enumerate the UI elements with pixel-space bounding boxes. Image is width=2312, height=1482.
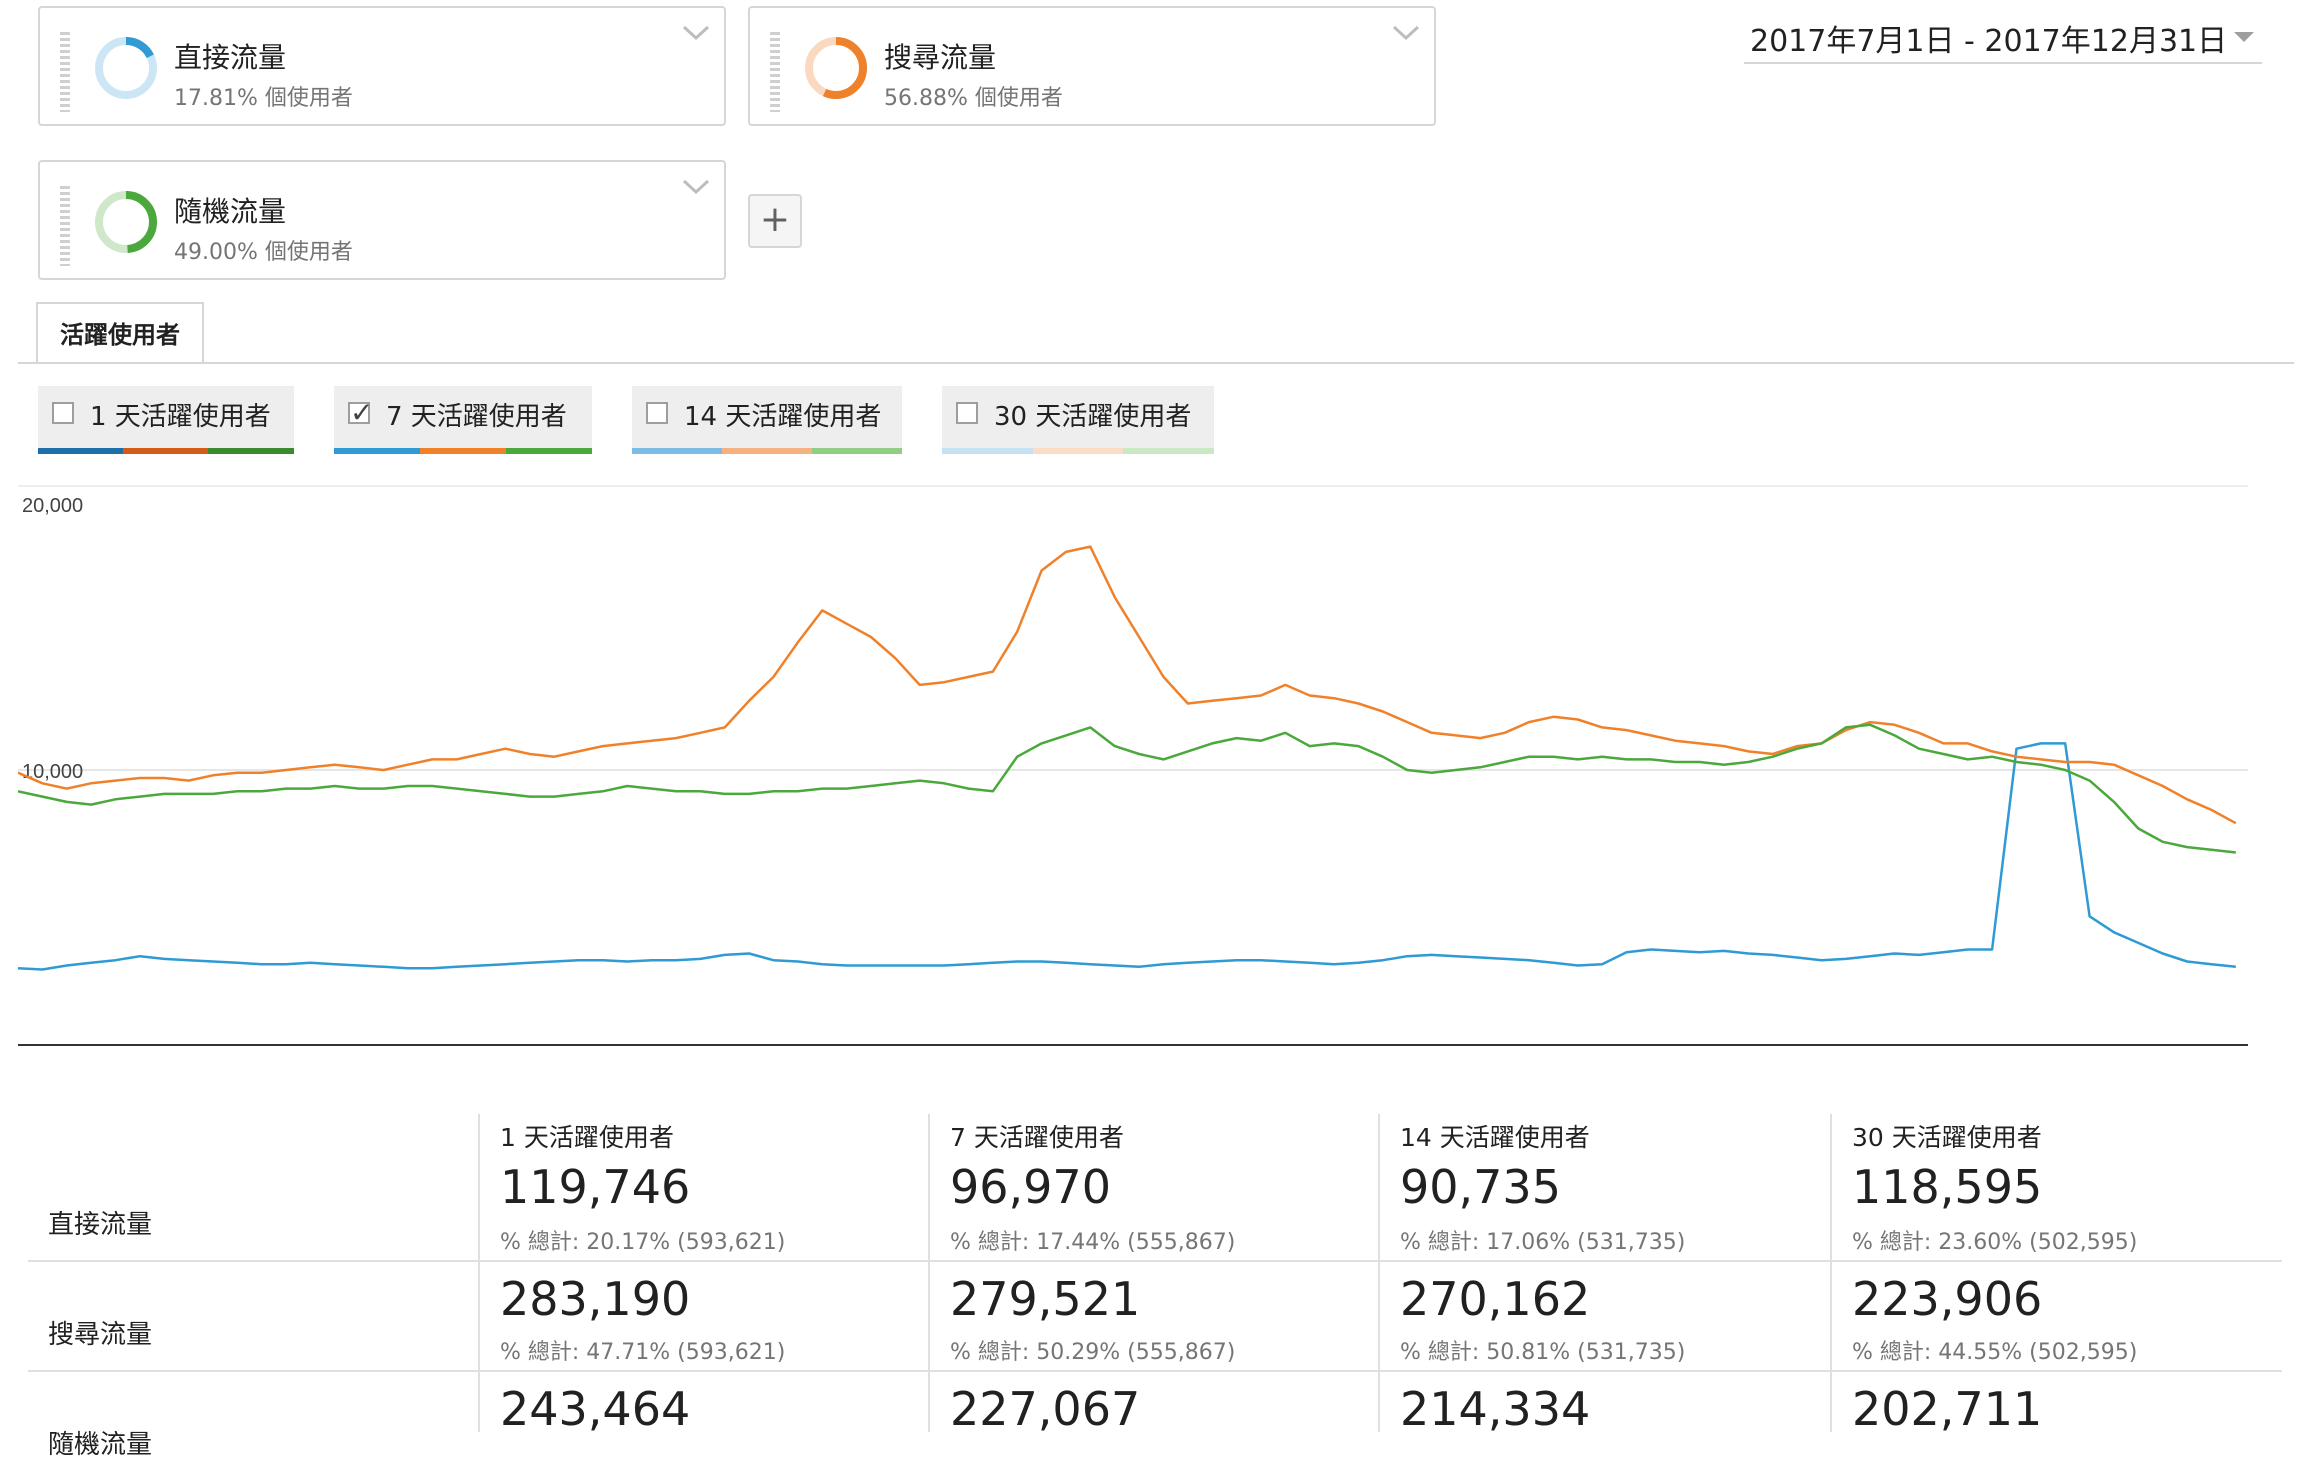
segment-name: 搜尋流量 [884, 41, 997, 74]
cell-value: 202,711 [1852, 1382, 2043, 1436]
series-line-1 [18, 545, 2237, 825]
cell-total: % 總計: 50.29% (555,867) [950, 1340, 1236, 1365]
segment-card-search[interactable]: 搜尋流量 56.88% 個使用者 [748, 6, 1436, 126]
donut-icon [95, 191, 157, 253]
cell-value: 96,970 [950, 1160, 1111, 1214]
metric-toggle-1day[interactable]: 1 天活躍使用者 [38, 386, 294, 454]
drag-handle[interactable] [60, 186, 70, 266]
metric-label: 7 天活躍使用者 [386, 402, 567, 432]
metric-label: 14 天活躍使用者 [684, 402, 882, 432]
drag-handle[interactable] [770, 32, 780, 112]
cell-value: 118,595 [1852, 1160, 2043, 1214]
donut-icon [95, 37, 157, 99]
cell-value: 279,521 [950, 1272, 1141, 1326]
line-chart[interactable]: 20,00010,0002017年8月2017年9月2017年10月2017年1… [18, 470, 2258, 1050]
cell-total: % 總計: 47.71% (593,621) [500, 1340, 786, 1365]
cell-total: % 總計: 17.06% (531,735) [1400, 1230, 1686, 1255]
chevron-down-icon[interactable] [1392, 24, 1420, 42]
segment-card-organic[interactable]: 隨機流量 49.00% 個使用者 [38, 160, 726, 280]
donut-icon [805, 37, 867, 99]
series-line-2 [18, 723, 2236, 854]
segment-name: 直接流量 [174, 41, 287, 74]
drag-handle[interactable] [60, 32, 70, 112]
cell-value: 243,464 [500, 1382, 691, 1436]
metric-toggle-14day[interactable]: 14 天活躍使用者 [632, 386, 902, 454]
segment-percentage: 56.88% 個使用者 [884, 86, 1063, 111]
segment-color-bar [632, 448, 902, 454]
tab-divider [18, 362, 2294, 364]
cell-value: 90,735 [1400, 1160, 1561, 1214]
segment-color-bar [334, 448, 592, 454]
segment-name: 隨機流量 [174, 195, 287, 228]
chevron-down-icon[interactable] [682, 24, 710, 42]
date-range-text: 2017年7月1日 - 2017年12月31日 [1750, 24, 2228, 59]
segment-percentage: 17.81% 個使用者 [174, 86, 353, 111]
cell-value: 223,906 [1852, 1272, 2043, 1326]
row-label: 搜尋流量 [48, 1320, 153, 1350]
metric-label: 1 天活躍使用者 [90, 402, 271, 432]
checkbox-checked[interactable] [348, 396, 373, 429]
checkbox[interactable] [956, 402, 978, 424]
cell-total: % 總計: 20.17% (593,621) [500, 1230, 786, 1255]
cell-value: 214,334 [1400, 1382, 1591, 1436]
checkbox[interactable] [646, 402, 668, 424]
cell-total: % 總計: 17.44% (555,867) [950, 1230, 1236, 1255]
tab-active-users[interactable]: 活躍使用者 [36, 302, 204, 364]
date-range-picker[interactable]: 2017年7月1日 - 2017年12月31日 [1744, 10, 2262, 64]
series-line-0 [18, 742, 2236, 971]
cell-value: 270,162 [1400, 1272, 1591, 1326]
segment-percentage: 49.00% 個使用者 [174, 240, 353, 265]
cell-value: 227,067 [950, 1382, 1141, 1436]
add-segment-button[interactable]: + [748, 194, 802, 248]
metric-label: 30 天活躍使用者 [994, 402, 1192, 432]
chevron-down-icon[interactable] [682, 178, 710, 196]
metric-toggle-7day[interactable]: 7 天活躍使用者 [334, 386, 592, 454]
cell-value: 119,746 [500, 1160, 691, 1214]
dropdown-arrow-icon [2234, 32, 2254, 42]
cell-value: 283,190 [500, 1272, 691, 1326]
segment-color-bar [942, 448, 1214, 454]
metric-toggle-30day[interactable]: 30 天活躍使用者 [942, 386, 1214, 454]
checkbox[interactable] [52, 402, 74, 424]
y-tick-label: 20,000 [22, 495, 83, 517]
segment-card-direct[interactable]: 直接流量 17.81% 個使用者 [38, 6, 726, 126]
cell-total: % 總計: 44.55% (502,595) [1852, 1340, 2138, 1365]
row-label: 直接流量 [48, 1210, 153, 1240]
segment-color-bar [38, 448, 294, 454]
cell-total: % 總計: 50.81% (531,735) [1400, 1340, 1686, 1365]
cell-total: % 總計: 23.60% (502,595) [1852, 1230, 2138, 1255]
